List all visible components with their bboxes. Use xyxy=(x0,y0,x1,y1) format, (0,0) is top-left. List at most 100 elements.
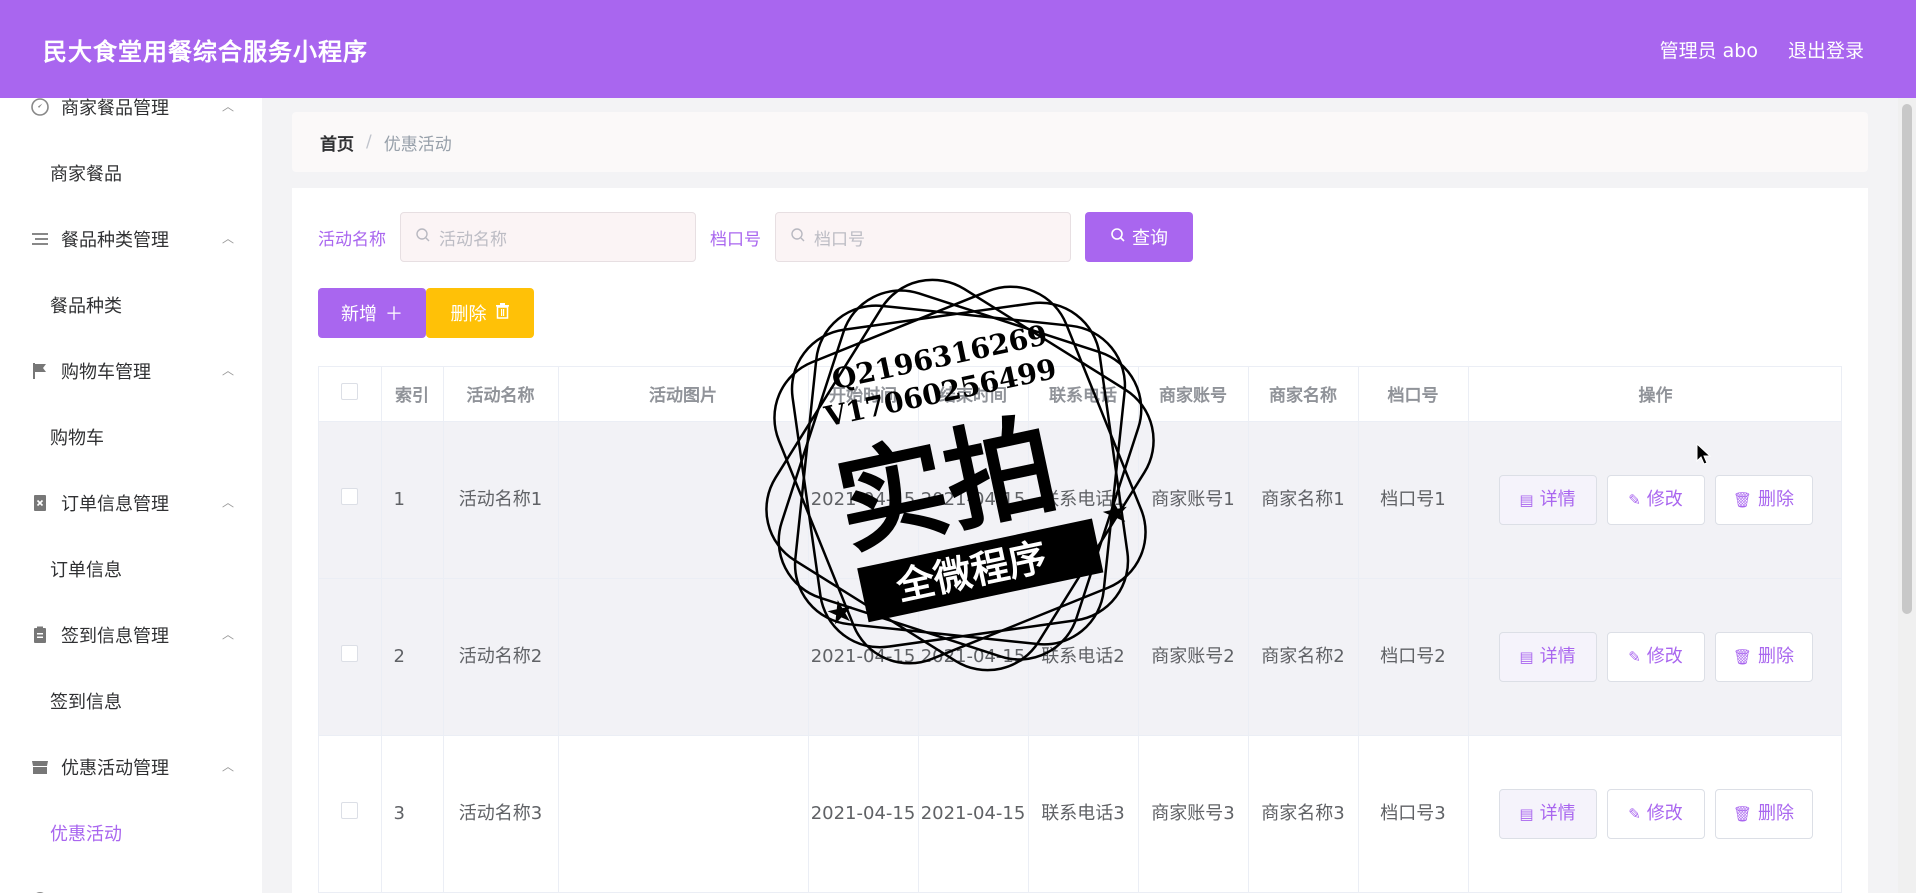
select-all-cell[interactable] xyxy=(319,367,382,422)
search-row: 活动名称 活动名称 档口号 档口号 查询 xyxy=(318,212,1193,262)
sidebar-item-promotions[interactable]: 优惠活动 xyxy=(0,800,262,866)
cell-start: 2021-04-15 xyxy=(808,421,919,579)
delete-label: 删除 xyxy=(1758,645,1795,667)
sidebar-item-merchant-dishes[interactable]: 商家餐品 xyxy=(0,140,262,206)
sidebar-item-orders[interactable]: 订单信息 xyxy=(0,536,262,602)
store-icon xyxy=(30,757,50,777)
row-checkbox[interactable] xyxy=(341,644,359,662)
add-button-label: 新增 xyxy=(341,304,377,325)
content-card: 活动名称 活动名称 档口号 档口号 查询 新增 ＋ 删除 索引 活动名称 活动图… xyxy=(292,188,1868,893)
row-checkbox[interactable] xyxy=(341,801,359,819)
sidebar-item-dish-category[interactable]: 餐品种类 xyxy=(0,272,262,338)
sidebar: 商家餐品管理 ︿ 商家餐品 餐品种类管理 ︿ 餐品种类 购物车管理 ︿ 购物车 … xyxy=(0,98,262,893)
search-icon xyxy=(790,227,806,247)
cell-image xyxy=(558,578,809,736)
edit-label: 修改 xyxy=(1646,645,1683,667)
trash-icon: 🗑 xyxy=(1732,804,1753,823)
cell-name: 活动名称1 xyxy=(443,421,559,579)
menu-title-cart[interactable]: 购物车管理 ︿ xyxy=(0,338,262,404)
edit-button[interactable]: ✎ 修改 xyxy=(1606,631,1705,682)
menu-title-label: 餐品种类管理 xyxy=(61,230,169,251)
menu-title-orders[interactable]: 订单信息管理 ︿ xyxy=(0,470,262,536)
row-select-cell[interactable] xyxy=(319,578,382,736)
cell-stall: 档口号3 xyxy=(1358,735,1469,893)
edit-button[interactable]: ✎ 修改 xyxy=(1606,788,1705,839)
menu-title-merchant-dishes[interactable]: 商家餐品管理 ︿ xyxy=(0,98,262,140)
chevron-up-icon: ︿ xyxy=(221,759,234,774)
chevron-up-icon: ︿ xyxy=(221,231,234,246)
activity-name-label: 活动名称 xyxy=(318,229,386,250)
chevron-up-icon: ︿ xyxy=(221,99,234,114)
detail-button[interactable]: ▤ 详情 xyxy=(1498,788,1597,839)
col-header-start: 开始时间 xyxy=(808,367,919,422)
flag-icon xyxy=(30,361,50,381)
stall-number-placeholder: 档口号 xyxy=(814,229,865,250)
detail-label: 详情 xyxy=(1539,802,1576,824)
scrollbar-thumb[interactable] xyxy=(1902,104,1912,614)
trash-icon: 🗑 xyxy=(1732,647,1753,666)
row-select-cell[interactable] xyxy=(319,735,382,893)
col-header-stall: 档口号 xyxy=(1358,367,1469,422)
col-header-image: 活动图片 xyxy=(558,367,809,422)
menu-title-next-partial[interactable] xyxy=(0,866,262,893)
cell-account: 商家账号1 xyxy=(1138,421,1249,579)
cell-end: 2021-04-15 xyxy=(918,735,1029,893)
row-checkbox[interactable] xyxy=(341,487,359,505)
breadcrumb-current: 优惠活动 xyxy=(383,134,452,155)
cell-start: 2021-04-15 xyxy=(808,578,919,736)
col-header-index: 索引 xyxy=(381,367,444,422)
menu-title-label: 购物车管理 xyxy=(61,362,151,383)
cell-start: 2021-04-15 xyxy=(808,735,919,893)
chevron-up-icon: ︿ xyxy=(221,627,234,642)
table-row: 1 活动名称1 2021-04-15 2021-04-15 联系电话1 商家账号… xyxy=(319,421,1841,579)
sidebar-item-cart[interactable]: 购物车 xyxy=(0,404,262,470)
breadcrumb-home[interactable]: 首页 xyxy=(320,130,354,155)
logout-link[interactable]: 退出登录 xyxy=(1788,36,1864,63)
select-all-checkbox[interactable] xyxy=(341,382,359,400)
cell-phone: 联系电话3 xyxy=(1028,735,1139,893)
detail-button[interactable]: ▤ 详情 xyxy=(1498,631,1597,682)
detail-button[interactable]: ▤ 详情 xyxy=(1498,474,1597,525)
menu-title-checkin[interactable]: 签到信息管理 ︿ xyxy=(0,602,262,668)
menu-group-merchant-dishes: 商家餐品管理 ︿ 商家餐品 xyxy=(0,98,262,206)
col-header-account: 商家账号 xyxy=(1138,367,1249,422)
compass-icon xyxy=(30,98,50,117)
menu-group-promotions: 优惠活动管理 ︿ 优惠活动 xyxy=(0,734,262,866)
page-scrollbar[interactable] xyxy=(1898,98,1916,893)
delete-button[interactable]: 🗑 删除 xyxy=(1714,474,1813,525)
menu-title-promotions[interactable]: 优惠活动管理 ︿ xyxy=(0,734,262,800)
doc-x-icon xyxy=(30,493,50,513)
edit-label: 修改 xyxy=(1646,488,1683,510)
edit-button[interactable]: ✎ 修改 xyxy=(1606,474,1705,525)
current-user: 管理员 abo xyxy=(1659,39,1758,62)
col-header-phone: 联系电话 xyxy=(1028,367,1139,422)
cell-stall: 档口号2 xyxy=(1358,578,1469,736)
menu-title-dish-category[interactable]: 餐品种类管理 ︿ xyxy=(0,206,262,272)
cell-account: 商家账号3 xyxy=(1138,735,1249,893)
delete-button[interactable]: 🗑 删除 xyxy=(1714,631,1813,682)
cell-stall: 档口号1 xyxy=(1358,421,1469,579)
query-button-label: 查询 xyxy=(1132,228,1168,249)
action-row: 新增 ＋ 删除 xyxy=(318,288,534,338)
query-button[interactable]: 查询 xyxy=(1085,212,1193,262)
menu-title-label: 优惠活动管理 xyxy=(61,758,169,779)
row-select-cell[interactable] xyxy=(319,421,382,579)
batch-delete-button[interactable]: 删除 xyxy=(426,288,534,338)
plus-icon: ＋ xyxy=(385,304,403,325)
delete-button[interactable]: 🗑 删除 xyxy=(1714,788,1813,839)
menu-title-label: 商家餐品管理 xyxy=(61,98,169,119)
cell-end: 2021-04-15 xyxy=(918,421,1029,579)
data-table: 索引 活动名称 活动图片 开始时间 结束时间 联系电话 商家账号 商家名称 档口… xyxy=(318,366,1842,893)
top-header: 民大食堂用餐综合服务小程序 管理员 abo 退出登录 xyxy=(0,0,1916,98)
cell-account: 商家账号2 xyxy=(1138,578,1249,736)
stall-number-input[interactable]: 档口号 xyxy=(775,212,1071,262)
detail-label: 详情 xyxy=(1539,488,1576,510)
cell-index: 2 xyxy=(381,578,444,736)
add-button[interactable]: 新增 ＋ xyxy=(318,288,426,338)
activity-name-input[interactable]: 活动名称 xyxy=(400,212,696,262)
pencil-icon: ✎ xyxy=(1628,490,1641,509)
menu-icon xyxy=(30,889,50,893)
menu-group-orders: 订单信息管理 ︿ 订单信息 xyxy=(0,470,262,602)
sidebar-item-checkin[interactable]: 签到信息 xyxy=(0,668,262,734)
detail-label: 详情 xyxy=(1539,645,1576,667)
